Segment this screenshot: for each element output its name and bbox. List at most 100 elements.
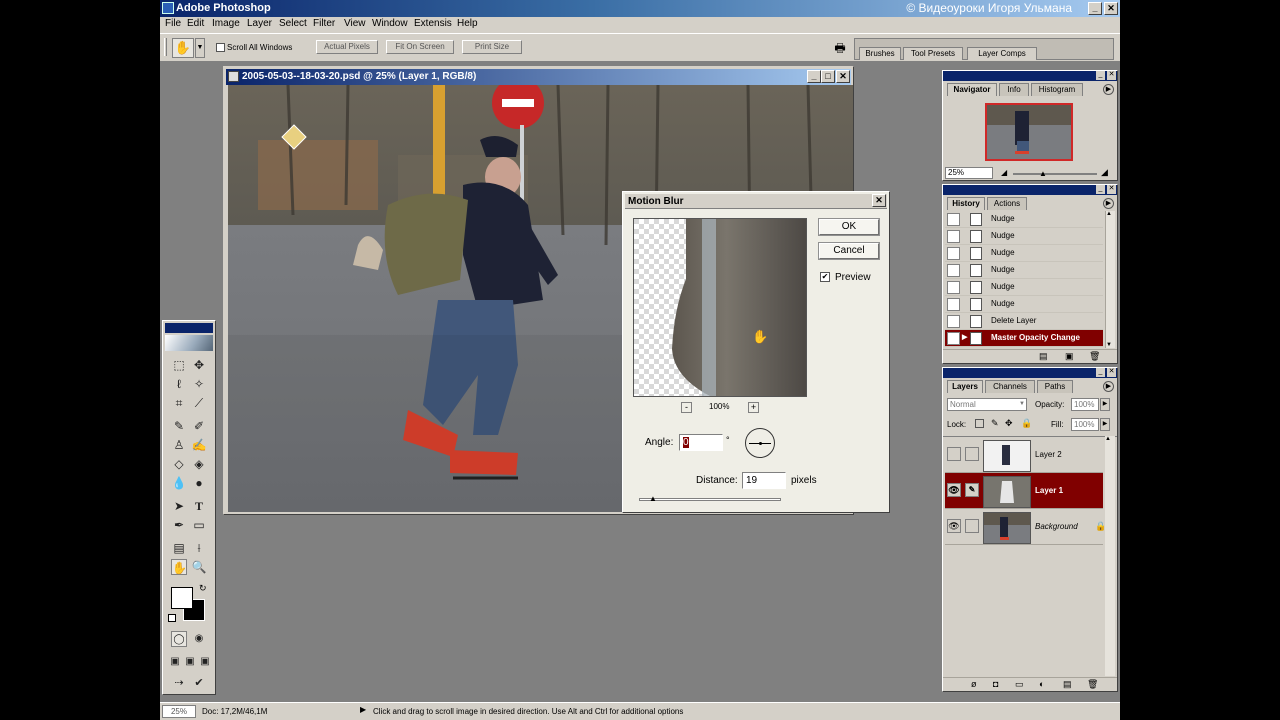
- status-zoom-input[interactable]: 25%: [162, 705, 196, 718]
- tab-info[interactable]: Info: [999, 83, 1029, 96]
- tab-layers[interactable]: Layers: [947, 380, 983, 393]
- fit-on-screen-button[interactable]: Fit On Screen: [386, 40, 454, 54]
- preset-dropdown-icon[interactable]: ▼: [195, 38, 205, 58]
- history-item[interactable]: Nudge: [945, 228, 1103, 245]
- menu-help[interactable]: Help: [457, 18, 478, 29]
- delete-state-icon[interactable]: 🗑: [1089, 351, 1100, 362]
- minimize-icon[interactable]: _: [1088, 2, 1102, 15]
- doc-close-icon[interactable]: ✕: [836, 70, 850, 83]
- file-browser-icon[interactable]: 🖶: [832, 39, 848, 55]
- history-close-icon[interactable]: ✕: [1107, 185, 1116, 194]
- new-adjustment-layer-icon[interactable]: ◐: [1039, 679, 1044, 689]
- lock-all-icon[interactable]: 🔒: [1021, 418, 1032, 429]
- menu-edit[interactable]: Edit: [187, 18, 204, 29]
- new-document-from-state-icon[interactable]: ▤: [1039, 351, 1048, 362]
- new-layer-icon[interactable]: ▤: [1063, 679, 1072, 690]
- history-brush-tool-icon[interactable]: ✍: [191, 437, 207, 453]
- type-tool-icon[interactable]: T: [191, 498, 207, 514]
- new-snapshot-icon[interactable]: ▣: [1065, 351, 1074, 362]
- slice-tool-icon[interactable]: ⟋: [191, 395, 207, 411]
- brush-tool-icon[interactable]: ✐: [191, 418, 207, 434]
- lasso-tool-icon[interactable]: ℓ: [171, 376, 187, 392]
- tab-actions[interactable]: Actions: [987, 197, 1027, 210]
- default-colors-icon[interactable]: [168, 614, 176, 622]
- history-minimize-icon[interactable]: _: [1096, 185, 1105, 194]
- tab-layer-comps[interactable]: Layer Comps: [967, 47, 1037, 60]
- tab-channels[interactable]: Channels: [985, 380, 1035, 393]
- paint-bucket-tool-icon[interactable]: ◈: [191, 456, 207, 472]
- blur-tool-icon[interactable]: 💧: [171, 475, 187, 491]
- menu-layer[interactable]: Layer: [247, 18, 272, 29]
- history-brush-source-checkbox[interactable]: [947, 281, 960, 294]
- menu-file[interactable]: File: [165, 18, 181, 29]
- marquee-tool-icon[interactable]: ⬚: [171, 357, 187, 373]
- layers-menu-icon[interactable]: ▶: [1103, 381, 1114, 392]
- history-brush-source-checkbox[interactable]: [947, 315, 960, 328]
- print-size-button[interactable]: Print Size: [462, 40, 522, 54]
- layer-link-toggle[interactable]: [965, 447, 979, 461]
- standard-mode-icon[interactable]: ◯: [171, 631, 187, 647]
- doc-maximize-icon[interactable]: □: [821, 70, 835, 83]
- navigator-close-icon[interactable]: ✕: [1107, 71, 1116, 80]
- menu-filter[interactable]: Filter: [313, 18, 335, 29]
- layers-titlebar[interactable]: [943, 368, 1117, 378]
- swap-colors-icon[interactable]: ↻: [199, 583, 207, 594]
- history-brush-source-checkbox[interactable]: [947, 247, 960, 260]
- filter-preview[interactable]: ✋: [633, 218, 807, 397]
- zoom-out-button[interactable]: -: [681, 402, 692, 413]
- status-menu-icon[interactable]: ▶: [360, 705, 366, 714]
- new-layer-set-icon[interactable]: ▭: [1015, 679, 1024, 690]
- tab-brushes[interactable]: Brushes: [859, 47, 901, 60]
- distance-slider-track[interactable]: [639, 498, 781, 501]
- eraser-tool-icon[interactable]: ◇: [171, 456, 187, 472]
- history-titlebar[interactable]: [943, 185, 1117, 195]
- history-item[interactable]: Delete Layer: [945, 313, 1103, 330]
- menu-image[interactable]: Image: [212, 18, 240, 29]
- tab-paths[interactable]: Paths: [1037, 380, 1073, 393]
- doc-minimize-icon[interactable]: _: [807, 70, 821, 83]
- layer-visibility-toggle[interactable]: [947, 447, 961, 461]
- history-item[interactable]: Nudge: [945, 211, 1103, 228]
- history-brush-source-checkbox[interactable]: [947, 213, 960, 226]
- menu-select[interactable]: Select: [279, 18, 307, 29]
- full-screen-menu-mode-icon[interactable]: ▣: [182, 654, 198, 670]
- navigator-zoom-in-icon[interactable]: ◢: [1101, 167, 1108, 178]
- shape-tool-icon[interactable]: ▭: [191, 517, 207, 533]
- layer-row-selected[interactable]: 👁 ✎ Layer 1: [945, 473, 1103, 509]
- eyedropper-tool-icon[interactable]: ⟊: [191, 540, 207, 556]
- navigator-view-box[interactable]: [985, 103, 1073, 161]
- distance-input[interactable]: 19: [742, 472, 786, 489]
- navigator-menu-icon[interactable]: ▶: [1103, 84, 1114, 95]
- dodge-tool-icon[interactable]: ●: [191, 475, 207, 491]
- hand-tool-preset-icon[interactable]: ✋: [172, 38, 194, 58]
- lock-position-icon[interactable]: ✥: [1005, 418, 1013, 429]
- full-screen-mode-icon[interactable]: ▣: [197, 654, 213, 670]
- navigator-zoom-input[interactable]: 25%: [945, 167, 993, 179]
- path-selection-tool-icon[interactable]: ➤: [171, 498, 187, 514]
- layers-scrollbar[interactable]: ▲: [1105, 436, 1115, 676]
- scroll-down-icon[interactable]: ▼: [1106, 342, 1112, 348]
- distance-slider-thumb[interactable]: ▲: [649, 494, 657, 503]
- history-item[interactable]: Nudge: [945, 262, 1103, 279]
- tab-tool-presets[interactable]: Tool Presets: [903, 47, 963, 60]
- notes-tool-icon[interactable]: ▤: [171, 540, 187, 556]
- foreground-color-swatch[interactable]: [171, 587, 193, 609]
- menu-extensis[interactable]: Extensis: [414, 18, 452, 29]
- navigator-titlebar[interactable]: [943, 71, 1117, 81]
- eye-icon[interactable]: 👁: [947, 519, 961, 533]
- clone-stamp-tool-icon[interactable]: ♙: [171, 437, 187, 453]
- close-icon[interactable]: ✕: [1104, 2, 1118, 15]
- history-item-selected[interactable]: ▶ Master Opacity Change: [945, 330, 1103, 347]
- checkmark-icon[interactable]: ✔: [191, 675, 207, 691]
- tab-histogram[interactable]: Histogram: [1031, 83, 1083, 96]
- lock-transparency-checkbox[interactable]: [975, 419, 984, 428]
- preview-checkbox[interactable]: ✔: [820, 272, 830, 282]
- layer-row[interactable]: Layer 2: [945, 437, 1103, 473]
- delete-layer-icon[interactable]: 🗑: [1087, 679, 1098, 690]
- layer-row[interactable]: 👁 Background 🔒: [945, 509, 1106, 545]
- eye-icon[interactable]: 👁: [947, 483, 961, 497]
- cancel-button[interactable]: Cancel: [818, 242, 880, 260]
- navigator-zoom-out-icon[interactable]: ◢: [1001, 168, 1007, 177]
- layers-minimize-icon[interactable]: _: [1096, 368, 1105, 377]
- zoom-tool-icon[interactable]: 🔍: [191, 559, 207, 575]
